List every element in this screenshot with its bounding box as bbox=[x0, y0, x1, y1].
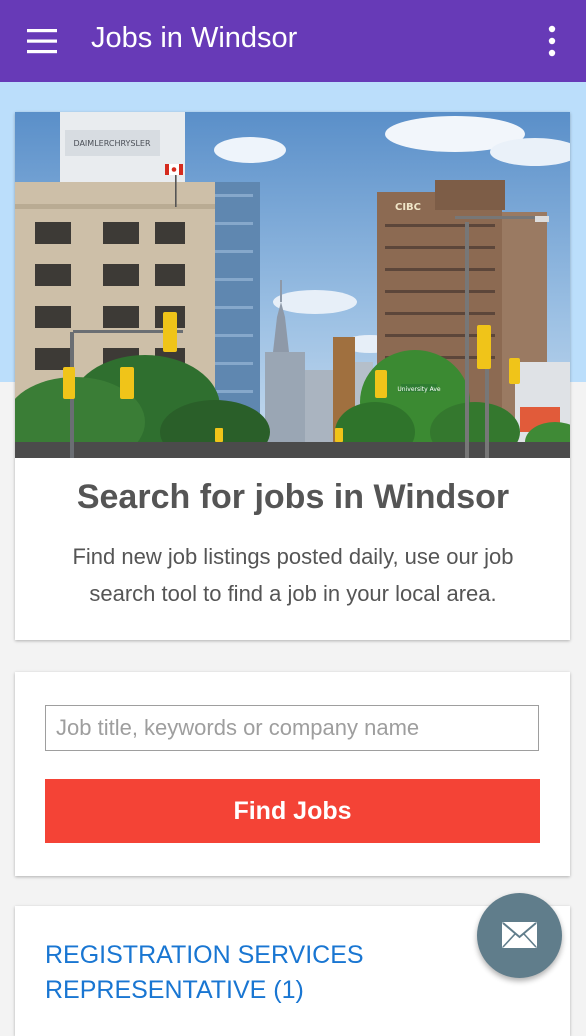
app-title: Jobs in Windsor bbox=[91, 22, 298, 54]
svg-text:University Ave: University Ave bbox=[397, 386, 440, 393]
menu-button[interactable] bbox=[26, 26, 58, 56]
svg-text:CIBC: CIBC bbox=[395, 202, 421, 213]
overflow-menu-button[interactable] bbox=[538, 24, 566, 58]
find-jobs-button[interactable]: Find Jobs bbox=[45, 779, 540, 843]
app-bar: Jobs in Windsor bbox=[0, 0, 586, 82]
city-street-image: DAIMLERCHRYSLER CIBC University Ave bbox=[15, 112, 570, 458]
job-title-link[interactable]: REGISTRATION SERVICES REPRESENTATIVE (1) bbox=[45, 938, 445, 1008]
hero-card: DAIMLERCHRYSLER CIBC University Ave Sear… bbox=[15, 112, 570, 640]
hamburger-menu-icon bbox=[27, 29, 57, 54]
job-search-input[interactable] bbox=[45, 705, 539, 751]
search-card: Find Jobs bbox=[15, 672, 570, 876]
mail-icon bbox=[502, 922, 537, 948]
contact-fab[interactable] bbox=[477, 893, 562, 978]
hero-title: Search for jobs in Windsor bbox=[76, 478, 510, 516]
more-vert-icon bbox=[548, 25, 556, 57]
svg-text:DAIMLERCHRYSLER: DAIMLERCHRYSLER bbox=[73, 139, 151, 148]
hero-description: Find new job listings posted daily, use … bbox=[72, 544, 514, 606]
